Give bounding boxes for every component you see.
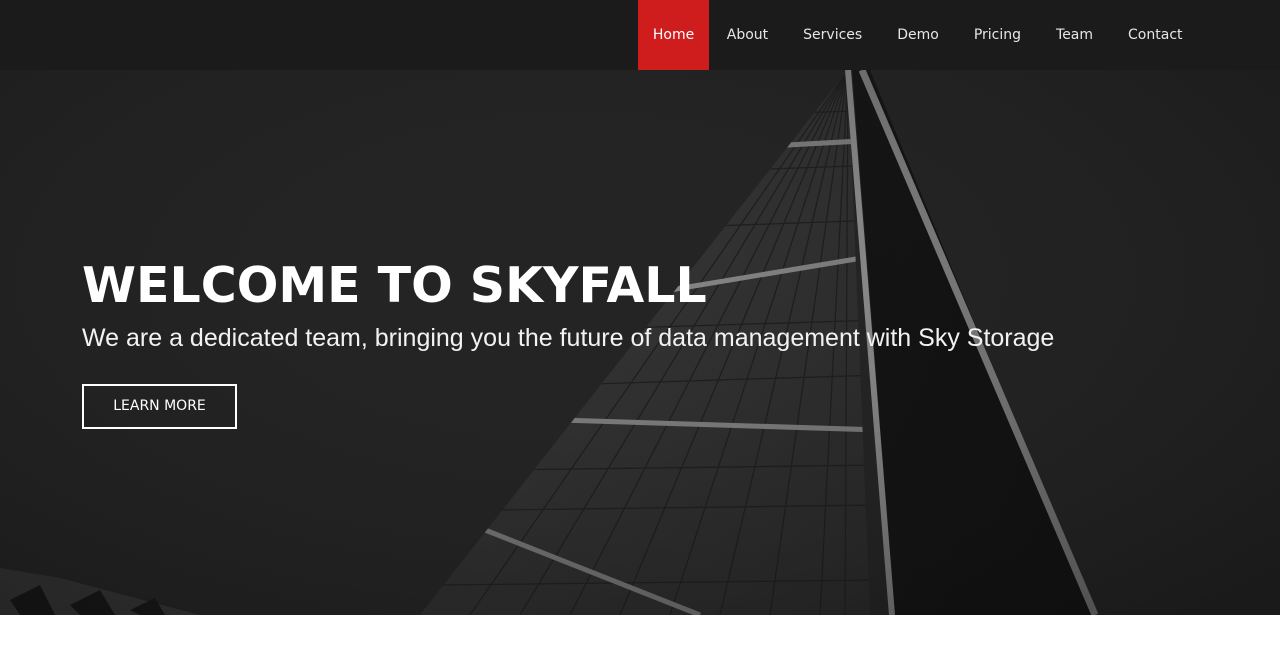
nav-menu: Home About Services Demo Pricing Team Co… — [637, 0, 1200, 70]
nav-item-home[interactable]: Home — [637, 0, 710, 70]
next-section — [0, 615, 1280, 655]
nav-item-pricing[interactable]: Pricing — [956, 0, 1038, 70]
nav-item-about[interactable]: About — [709, 0, 785, 70]
nav-item-demo[interactable]: Demo — [880, 0, 957, 70]
top-navbar: Home About Services Demo Pricing Team Co… — [0, 0, 1280, 70]
learn-more-button[interactable]: LEARN MORE — [82, 384, 237, 429]
nav-item-team[interactable]: Team — [1039, 0, 1111, 70]
page: Home About Services Demo Pricing Team Co… — [0, 0, 1280, 655]
nav-item-services[interactable]: Services — [786, 0, 880, 70]
hero-section: Home About Services Demo Pricing Team Co… — [0, 0, 1280, 615]
nav-item-contact[interactable]: Contact — [1111, 0, 1200, 70]
hero-title: WELCOME TO SKYFALL — [82, 257, 707, 314]
hero-content: WELCOME TO SKYFALL We are a dedicated te… — [82, 258, 1054, 429]
hero-subtitle: We are a dedicated team, bringing you th… — [82, 324, 1055, 352]
